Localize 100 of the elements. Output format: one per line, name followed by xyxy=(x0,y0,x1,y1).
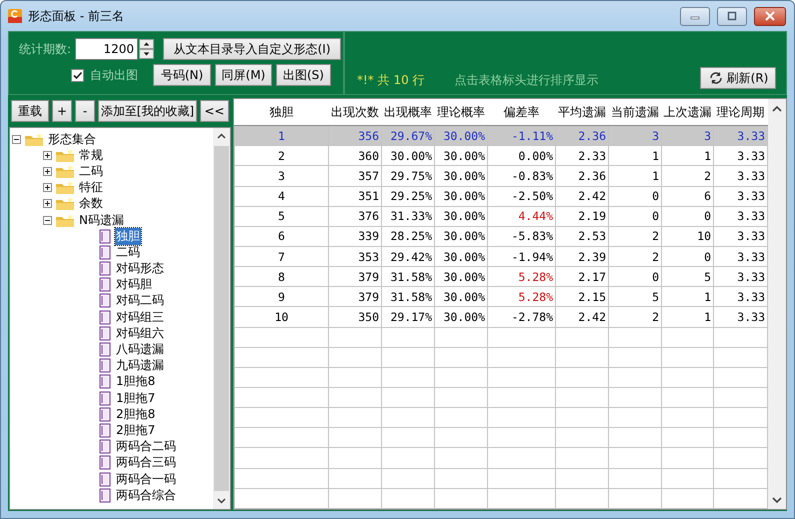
table-cell: 3 xyxy=(608,126,662,146)
table-row[interactable]: 10 350 29.17% 30.00% -2.78% 2.42 2 1 3.33 xyxy=(234,306,768,328)
table-cell: 30.00% xyxy=(382,146,434,166)
tree-item[interactable]: 形态集合 xyxy=(47,130,97,148)
tree-item[interactable]: 常规 xyxy=(78,146,104,164)
tree-item[interactable]: 两码合二码 xyxy=(115,438,177,456)
page-icon xyxy=(98,472,112,487)
tree-item[interactable]: 1胆拖7 xyxy=(115,390,156,407)
import-button[interactable]: 从文本目录导入自定义形态(I) xyxy=(163,38,342,60)
tree-item[interactable]: 两码合三码 xyxy=(115,454,177,472)
tree-item[interactable]: 二码 xyxy=(115,244,141,261)
panel-button[interactable]: + xyxy=(52,100,72,122)
checkbox[interactable] xyxy=(71,68,84,82)
table-cell: 31.58% xyxy=(382,266,434,287)
table-cell: 1 xyxy=(662,286,714,307)
tree-item[interactable]: N码遗漏 xyxy=(78,212,125,229)
page-icon xyxy=(98,342,112,358)
table-cell: 2 xyxy=(608,306,662,328)
table-row[interactable]: 1 356 29.67% 30.00% -1.11% 2.36 3 3 3.33 xyxy=(234,126,768,146)
page-icon xyxy=(98,326,112,341)
table-cell: 2.15 xyxy=(556,286,608,307)
panel-button[interactable]: - xyxy=(75,100,95,122)
panel-button[interactable]: << xyxy=(200,100,229,122)
table-cell: 5 xyxy=(234,206,328,226)
table-cell: 10 xyxy=(234,306,328,328)
app-icon xyxy=(7,8,23,24)
expander-icon[interactable] xyxy=(12,134,21,144)
table-cell: 10 xyxy=(662,226,714,247)
toolbar-button[interactable]: 号码(N) xyxy=(153,64,211,86)
panel-button[interactable]: 重载 xyxy=(11,100,49,122)
tree-item[interactable]: 对码组六 xyxy=(115,324,165,342)
page-icon xyxy=(98,374,112,390)
sort-hint-text: 点击表格标头进行排序显示 xyxy=(454,72,599,89)
tree-item[interactable]: 对码胆 xyxy=(115,276,153,294)
table-row[interactable]: 3 357 29.75% 30.00% -0.83% 2.36 1 2 3.33 xyxy=(234,166,768,186)
period-field[interactable]: 1200 xyxy=(75,38,138,60)
table-cell: -1.94% xyxy=(488,246,556,267)
table-row[interactable]: 7 353 29.42% 30.00% -1.94% 2.39 2 0 3.33 xyxy=(234,246,768,267)
table-cell: 1 xyxy=(234,126,328,146)
table-cell: -2.78% xyxy=(488,306,556,328)
folder-icon xyxy=(55,212,75,228)
scrollbar-thumb[interactable] xyxy=(214,146,229,491)
tree-item[interactable]: 两码合综合 xyxy=(115,486,177,504)
table-cell: 1 xyxy=(608,146,662,166)
table-row[interactable]: 9 379 31.58% 30.00% 5.28% 2.15 5 1 3.33 xyxy=(234,286,768,307)
expander-icon[interactable] xyxy=(43,150,52,160)
minimize-button[interactable] xyxy=(680,6,710,26)
table-cell: 2.42 xyxy=(556,306,608,328)
tree-item[interactable]: 八码遗漏 xyxy=(115,341,165,358)
table-cell: 2.33 xyxy=(556,146,608,166)
table-row[interactable]: 5 376 31.33% 30.00% 4.44% 2.19 0 0 3.33 xyxy=(234,206,768,226)
table-cell: 30.00% xyxy=(434,246,488,267)
panel-button[interactable]: 添加至[我的收藏] xyxy=(98,100,197,122)
table-cell: 339 xyxy=(328,226,382,247)
page-icon xyxy=(98,422,112,438)
table-cell: 379 xyxy=(328,266,382,287)
tree-item[interactable]: 对码形态 xyxy=(115,260,165,278)
expander-icon[interactable] xyxy=(43,166,52,176)
maximize-button[interactable] xyxy=(717,6,747,26)
toolbar-button[interactable]: 出图(S) xyxy=(276,64,331,86)
table-cell: 2 xyxy=(608,226,662,247)
row-count-text: *!* 共 10 行 xyxy=(357,72,425,89)
table-cell: 30.00% xyxy=(434,166,488,186)
tree-item[interactable]: 1胆拖8 xyxy=(115,373,156,390)
tree-item[interactable]: 2胆拖7 xyxy=(115,422,156,439)
refresh-button[interactable]: 刷新(R) xyxy=(700,67,776,89)
tree-item[interactable]: 对码组三 xyxy=(115,308,165,326)
table-cell: 6 xyxy=(662,186,714,206)
table-cell: 0 xyxy=(608,186,662,206)
tree-item[interactable]: 二码 xyxy=(78,162,104,180)
table-row[interactable]: 2 360 30.00% 30.00% 0.00% 2.33 1 1 3.33 xyxy=(234,146,768,166)
tree-item[interactable]: 九码遗漏 xyxy=(115,357,165,374)
table-cell: 4 xyxy=(234,186,328,206)
tree-item[interactable]: 对码二码 xyxy=(115,292,165,310)
table-cell: 30.00% xyxy=(434,146,488,166)
table-cell: 31.33% xyxy=(382,206,434,226)
table-cell: 350 xyxy=(328,306,382,328)
table-cell: 29.42% xyxy=(382,246,434,267)
toolbar-button[interactable]: 同屏(M) xyxy=(215,64,272,86)
table-cell: 3 xyxy=(234,166,328,186)
close-icon xyxy=(764,11,776,21)
table-row[interactable]: 4 351 29.25% 30.00% -2.50% 2.42 0 6 3.33 xyxy=(234,186,768,206)
close-button[interactable] xyxy=(754,6,786,26)
expander-icon[interactable] xyxy=(43,216,52,225)
table-cell: 28.25% xyxy=(382,226,434,247)
table-cell: 30.00% xyxy=(434,186,488,206)
tree-item[interactable]: 特征 xyxy=(78,179,104,196)
tree-item[interactable]: 2胆拖8 xyxy=(115,406,156,423)
tree-item[interactable]: 余数 xyxy=(78,195,104,212)
tree-item[interactable]: 两码合一码 xyxy=(115,470,177,488)
tree-item[interactable]: 独胆 xyxy=(115,228,141,245)
table-cell: 2 xyxy=(608,246,662,267)
table-cell: 2.36 xyxy=(556,166,608,186)
expander-icon[interactable] xyxy=(43,183,52,192)
table-cell: 1 xyxy=(662,146,714,166)
table-cell: 0 xyxy=(662,206,714,226)
table-row[interactable]: 8 379 31.58% 30.00% 5.28% 2.17 0 5 3.33 xyxy=(234,266,768,287)
table-cell: 29.17% xyxy=(382,306,434,328)
expander-icon[interactable] xyxy=(43,199,52,208)
table-row[interactable]: 6 339 28.25% 30.00% -5.83% 2.53 2 10 3.33 xyxy=(234,226,768,247)
